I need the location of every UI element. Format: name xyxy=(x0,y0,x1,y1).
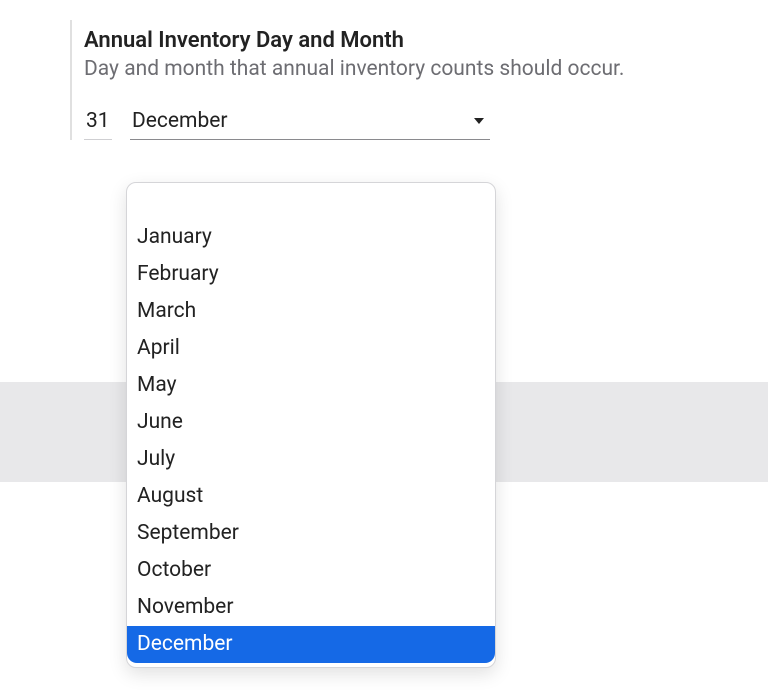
month-select-value: December xyxy=(132,109,228,133)
month-option-march[interactable]: March xyxy=(127,293,495,330)
month-select[interactable]: December xyxy=(130,105,490,140)
setting-title: Annual Inventory Day and Month xyxy=(84,28,728,53)
day-month-row: 31 December xyxy=(84,105,728,140)
chevron-down-icon xyxy=(474,118,484,124)
month-option-january[interactable]: January xyxy=(127,219,495,256)
setting-description: Day and month that annual inventory coun… xyxy=(84,57,728,81)
month-option-october[interactable]: October xyxy=(127,552,495,589)
day-input[interactable]: 31 xyxy=(84,105,112,140)
month-option-may[interactable]: May xyxy=(127,367,495,404)
month-option-july[interactable]: July xyxy=(127,441,495,478)
month-option-june[interactable]: June xyxy=(127,404,495,441)
month-option-april[interactable]: April xyxy=(127,330,495,367)
settings-panel: Annual Inventory Day and Month Day and m… xyxy=(70,20,728,140)
month-option-september[interactable]: September xyxy=(127,515,495,552)
month-option-november[interactable]: November xyxy=(127,589,495,626)
month-option-august[interactable]: August xyxy=(127,478,495,515)
month-option-february[interactable]: February xyxy=(127,256,495,293)
month-option-december[interactable]: December xyxy=(127,626,495,663)
month-dropdown[interactable]: January February March April May June Ju… xyxy=(126,182,496,668)
